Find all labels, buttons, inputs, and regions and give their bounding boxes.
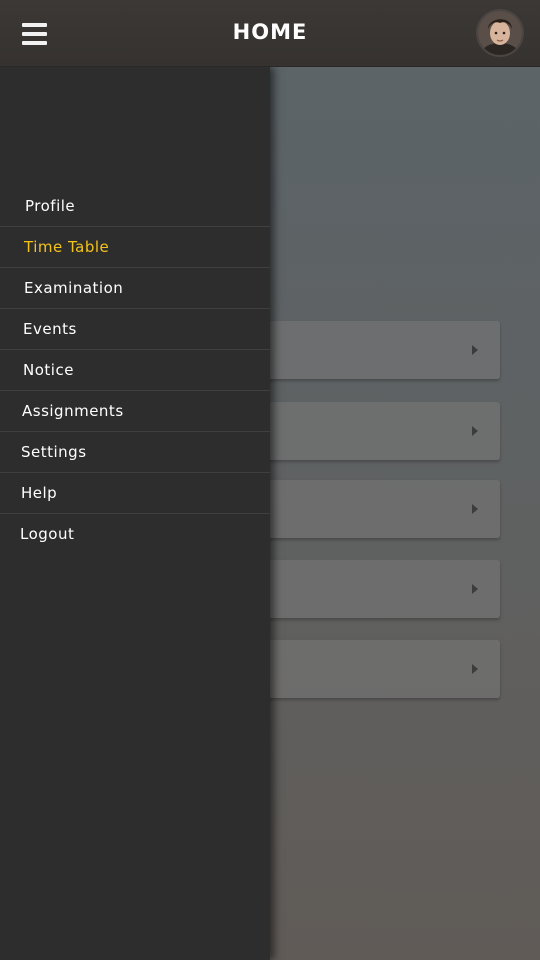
nav-item-logout[interactable]: Logout: [0, 514, 270, 555]
app-bar: HOME: [0, 0, 540, 67]
chevron-right-icon: [472, 426, 478, 436]
nav-list: Profile Time Table Examination Events No…: [0, 186, 270, 555]
nav-item-events[interactable]: Events: [0, 309, 270, 350]
page-title: HOME: [232, 20, 308, 44]
nav-item-assignments[interactable]: Assignments: [0, 391, 270, 432]
navigation-drawer: Profile Time Table Examination Events No…: [0, 67, 270, 960]
chevron-right-icon: [472, 345, 478, 355]
nav-item-profile[interactable]: Profile: [0, 186, 270, 227]
nav-item-notice[interactable]: Notice: [0, 350, 270, 391]
chevron-right-icon: [472, 584, 478, 594]
chevron-right-icon: [472, 504, 478, 514]
nav-item-examination[interactable]: Examination: [0, 268, 270, 309]
nav-item-time-table[interactable]: Time Table: [0, 227, 270, 268]
nav-item-settings[interactable]: Settings: [0, 432, 270, 473]
nav-item-help[interactable]: Help: [0, 473, 270, 514]
user-avatar[interactable]: [476, 9, 524, 57]
avatar-image: [478, 11, 522, 55]
chevron-right-icon: [472, 664, 478, 674]
